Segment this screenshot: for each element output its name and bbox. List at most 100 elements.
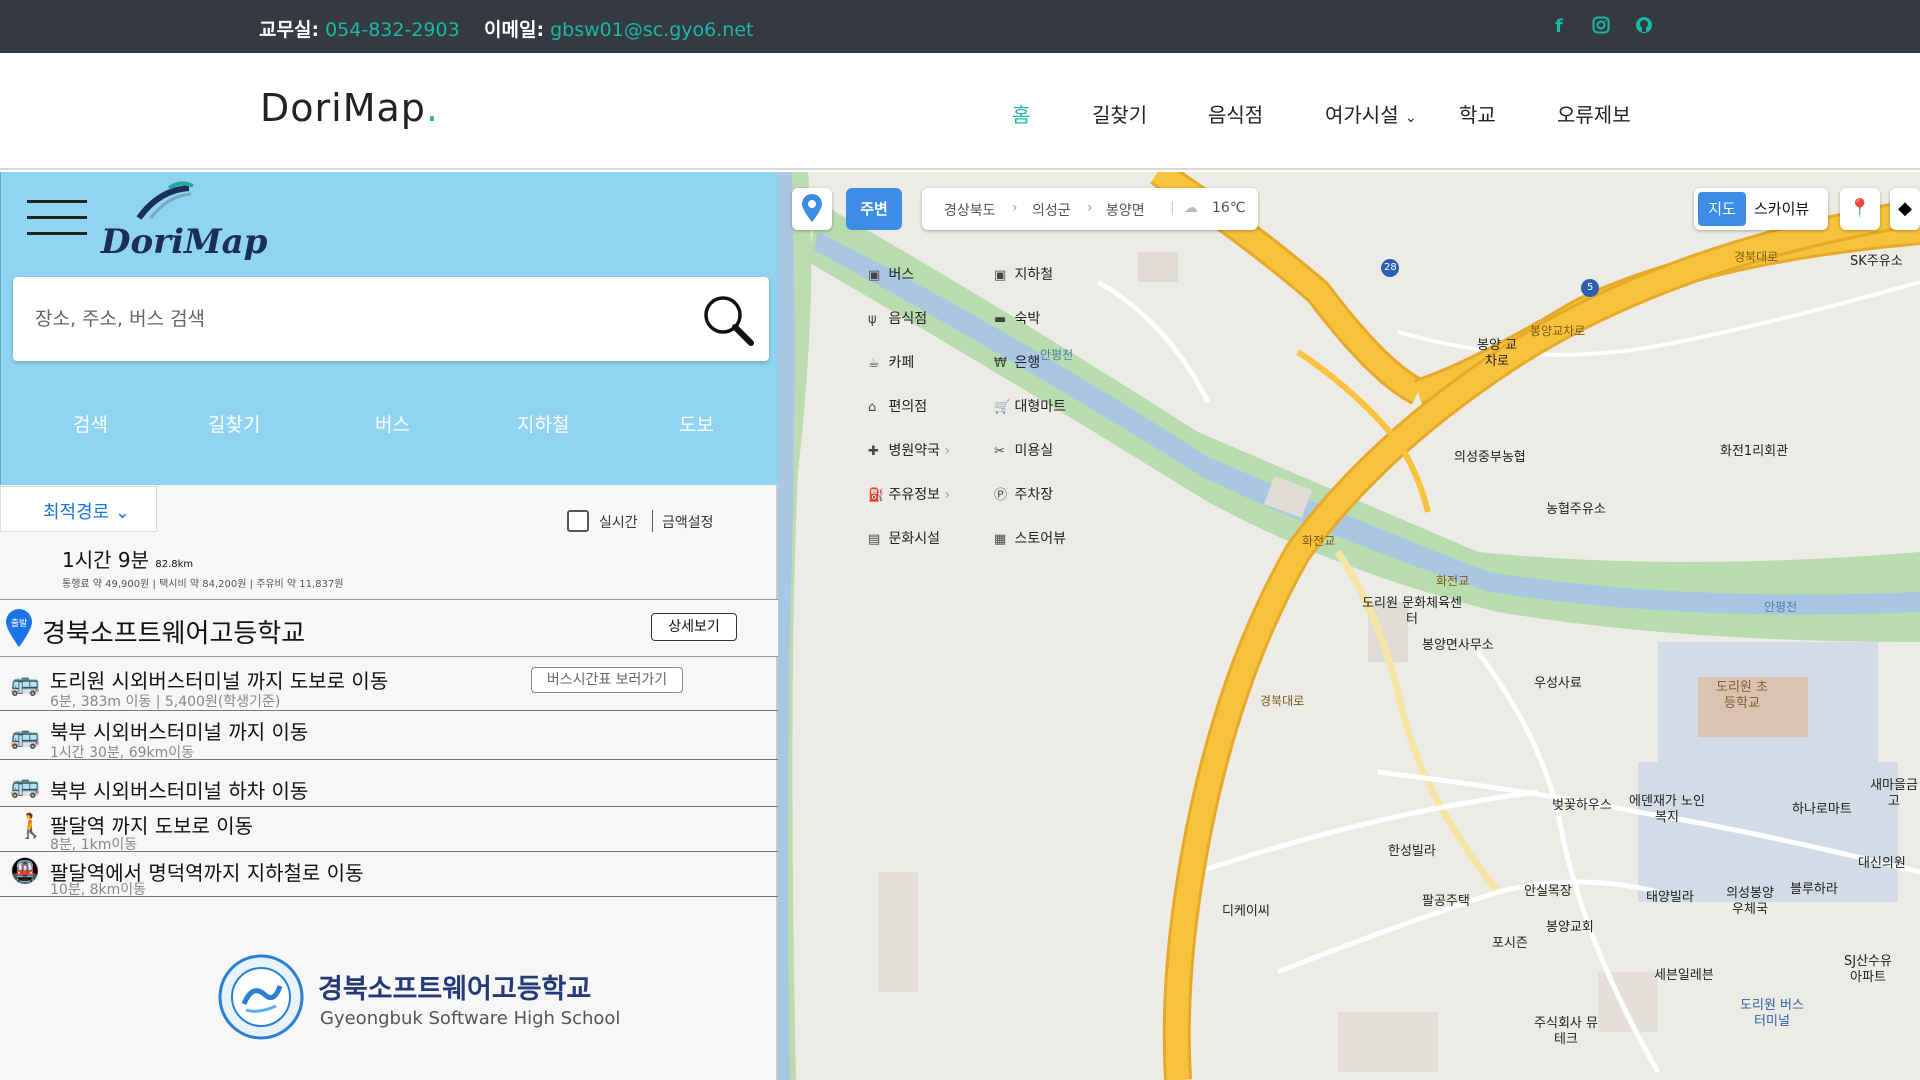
map-poi[interactable]: 도리원 버스터미널 [1740, 998, 1804, 1031]
route-number: 28 [1384, 262, 1397, 273]
ticket-icon: ▤ [868, 532, 881, 547]
category-hospital[interactable]: ✚ 병원약국 › [868, 440, 950, 460]
map-poi[interactable]: 도리원 초등학교 [1712, 680, 1772, 713]
breadcrumb-province[interactable]: 경상북도 [944, 200, 996, 220]
nav-report-error[interactable]: 오류제보 [1557, 99, 1631, 128]
map-poi[interactable]: 포시즌 [1492, 936, 1528, 952]
map-poi[interactable]: 안실목장 [1524, 884, 1572, 900]
region-breadcrumb[interactable]: 경상북도 › 의성군 › 봉양면 | ☁ 16℃ [922, 188, 1258, 230]
map-poi[interactable]: 하나로마트 [1792, 802, 1852, 818]
map-poi[interactable]: 봉양교회 [1546, 920, 1594, 936]
fare-setting-link[interactable]: 금액설정 [662, 512, 714, 532]
nav-leisure[interactable]: 여가시설 ⌄ [1325, 99, 1417, 128]
map-pin-icon[interactable]: 📍 [1840, 188, 1880, 230]
route-step[interactable]: 🚌 북부 시외버스터미널 하차 이동 [0, 761, 778, 807]
search-input[interactable] [35, 299, 675, 339]
map-poi[interactable]: 블루하라 [1790, 882, 1838, 898]
category-culture[interactable]: ▤ 문화시설 [868, 528, 940, 548]
site-logo[interactable]: DoriMap. [260, 86, 439, 130]
category-restaurant[interactable]: ψ 음식점 [868, 308, 927, 328]
search-icon[interactable] [701, 293, 755, 347]
map-poi[interactable]: SJ산수유 아파트 [1836, 954, 1900, 987]
fuel-icon: ⛽ [868, 488, 885, 503]
route-summary-time: 1시간 9분 82.8km [62, 548, 194, 572]
map-poi[interactable]: 대신의원 [1858, 856, 1906, 872]
brand-title: DoriMap [101, 222, 268, 262]
nav-home[interactable]: 홈 [1012, 99, 1030, 128]
start-pin-icon: 출발 [6, 609, 32, 647]
tab-subway[interactable]: 지하철 [517, 410, 569, 437]
map-poi[interactable]: 세븐일레븐 [1654, 968, 1714, 984]
category-bus[interactable]: ▣ 버스 [868, 264, 914, 284]
route-option-select[interactable]: 최적경로 ⌄ [0, 486, 157, 532]
nav-restaurants[interactable]: 음식점 [1208, 99, 1263, 128]
tab-walk[interactable]: 도보 [679, 410, 714, 437]
map-poi[interactable]: 디케이씨 [1222, 904, 1270, 920]
map-poi[interactable]: 봉양면사무소 [1422, 638, 1494, 654]
layers-icon[interactable]: ◆ [1890, 188, 1920, 230]
view-map-button[interactable]: 지도 [1698, 192, 1746, 226]
breadcrumb-town[interactable]: 봉양면 [1106, 200, 1145, 220]
realtime-checkbox[interactable] [567, 510, 589, 532]
nearby-button[interactable]: 주변 [846, 188, 902, 230]
route-step[interactable]: 🚌 도리원 시외버스터미널 까지 도보로 이동 6분, 383m 이동 | 5,… [0, 659, 778, 711]
nav-directions[interactable]: 길찾기 [1092, 99, 1147, 128]
bus-timetable-link[interactable]: 버스시간표 보러가기 [531, 667, 683, 693]
category-subway[interactable]: ▣ 지하철 [994, 264, 1053, 284]
category-storeview[interactable]: ▦ 스토어뷰 [994, 528, 1066, 548]
cloud-icon: ☁ [1184, 200, 1198, 216]
map-poi[interactable]: 새마을금고 [1868, 778, 1920, 811]
chevron-down-icon: ⌄ [114, 502, 131, 523]
road-label: 화전교 [1436, 574, 1470, 588]
map-poi[interactable]: 에덴재가 노인복지 [1626, 794, 1708, 827]
category-cafe[interactable]: ☕ 카페 [868, 352, 914, 372]
plus-icon: ✚ [868, 444, 879, 459]
map-view[interactable]: 28 5 주변 경상북도 › 의성군 › 봉양면 | ☁ 16℃ 지도 스카이뷰… [778, 172, 1920, 1080]
email-link[interactable]: gbsw01@sc.gyo6.net [550, 19, 753, 41]
instagram-icon[interactable] [1592, 16, 1610, 39]
category-convenience[interactable]: ⌂ 편의점 [868, 396, 927, 416]
chevron-right-icon: › [1087, 200, 1093, 216]
map-poi[interactable]: 농협주유소 [1546, 502, 1606, 518]
divider: | [1170, 200, 1175, 216]
tab-search[interactable]: 검색 [73, 410, 108, 437]
facebook-icon[interactable]: f [1555, 16, 1563, 37]
map-poi[interactable]: 벚꽃하우스 [1552, 798, 1612, 814]
realtime-label: 실시간 [599, 515, 638, 531]
map-poi[interactable]: 의성중부농협 [1454, 450, 1526, 466]
start-name: 경북소프트웨어고등학교 [42, 619, 306, 649]
map-poi[interactable]: 도리원 문화체육센터 [1362, 596, 1462, 629]
map-poi[interactable]: 한성빌라 [1388, 844, 1436, 860]
office-phone-link[interactable]: 054-832-2903 [325, 19, 460, 41]
view-sky-button[interactable]: 스카이뷰 [1754, 198, 1809, 219]
category-gas[interactable]: ⛽ 주유정보 › [868, 484, 950, 504]
map-poi[interactable]: 화전1리회관 [1720, 444, 1788, 460]
map-canvas[interactable] [778, 172, 1920, 1080]
detail-button[interactable]: 상세보기 [651, 613, 737, 641]
map-poi[interactable]: 우성사료 [1534, 676, 1582, 692]
route-step[interactable]: 🚶 팔달역 까지 도보로 이동 8분, 1km이동 [0, 808, 778, 853]
map-poi[interactable]: 팔공주택 [1422, 894, 1470, 910]
github-icon[interactable] [1635, 16, 1653, 39]
route-step[interactable]: 🚇 팔달역에서 명덕역까지 지하철로 이동 10분, 8km이동 [0, 853, 778, 898]
tab-bus[interactable]: 버스 [375, 410, 410, 437]
map-poi[interactable]: SK주유소 [1850, 254, 1903, 270]
category-parking[interactable]: Ⓟ 주차장 [994, 484, 1053, 504]
category-mart[interactable]: 🛒 대형마트 [994, 396, 1066, 416]
category-salon[interactable]: ✂ 미용실 [994, 440, 1053, 460]
bus-icon: 🚌 [10, 771, 40, 799]
breadcrumb-county[interactable]: 의성군 [1032, 200, 1071, 220]
map-poi[interactable]: 봉양 교차로 [1474, 338, 1520, 371]
nav-school[interactable]: 학교 [1459, 99, 1496, 128]
road-label: 안평천 [1764, 600, 1798, 614]
route-step[interactable]: 🚌 북부 시외버스터미널 까지 이동 1시간 30분, 69km이동 [0, 712, 778, 761]
category-lodging[interactable]: ▬ 숙박 [994, 308, 1040, 328]
location-button[interactable] [792, 188, 832, 230]
map-poi[interactable]: 주식회사 뮤테크 [1534, 1016, 1598, 1049]
fork-knife-icon: ψ [868, 312, 877, 327]
map-poi[interactable]: 의성봉양 우체국 [1720, 886, 1780, 919]
category-bank[interactable]: ₩ 은행 [994, 352, 1040, 372]
map-poi[interactable]: 태양빌라 [1646, 890, 1694, 906]
road-label: 안평천 [1040, 348, 1074, 362]
tab-directions[interactable]: 길찾기 [208, 410, 260, 437]
